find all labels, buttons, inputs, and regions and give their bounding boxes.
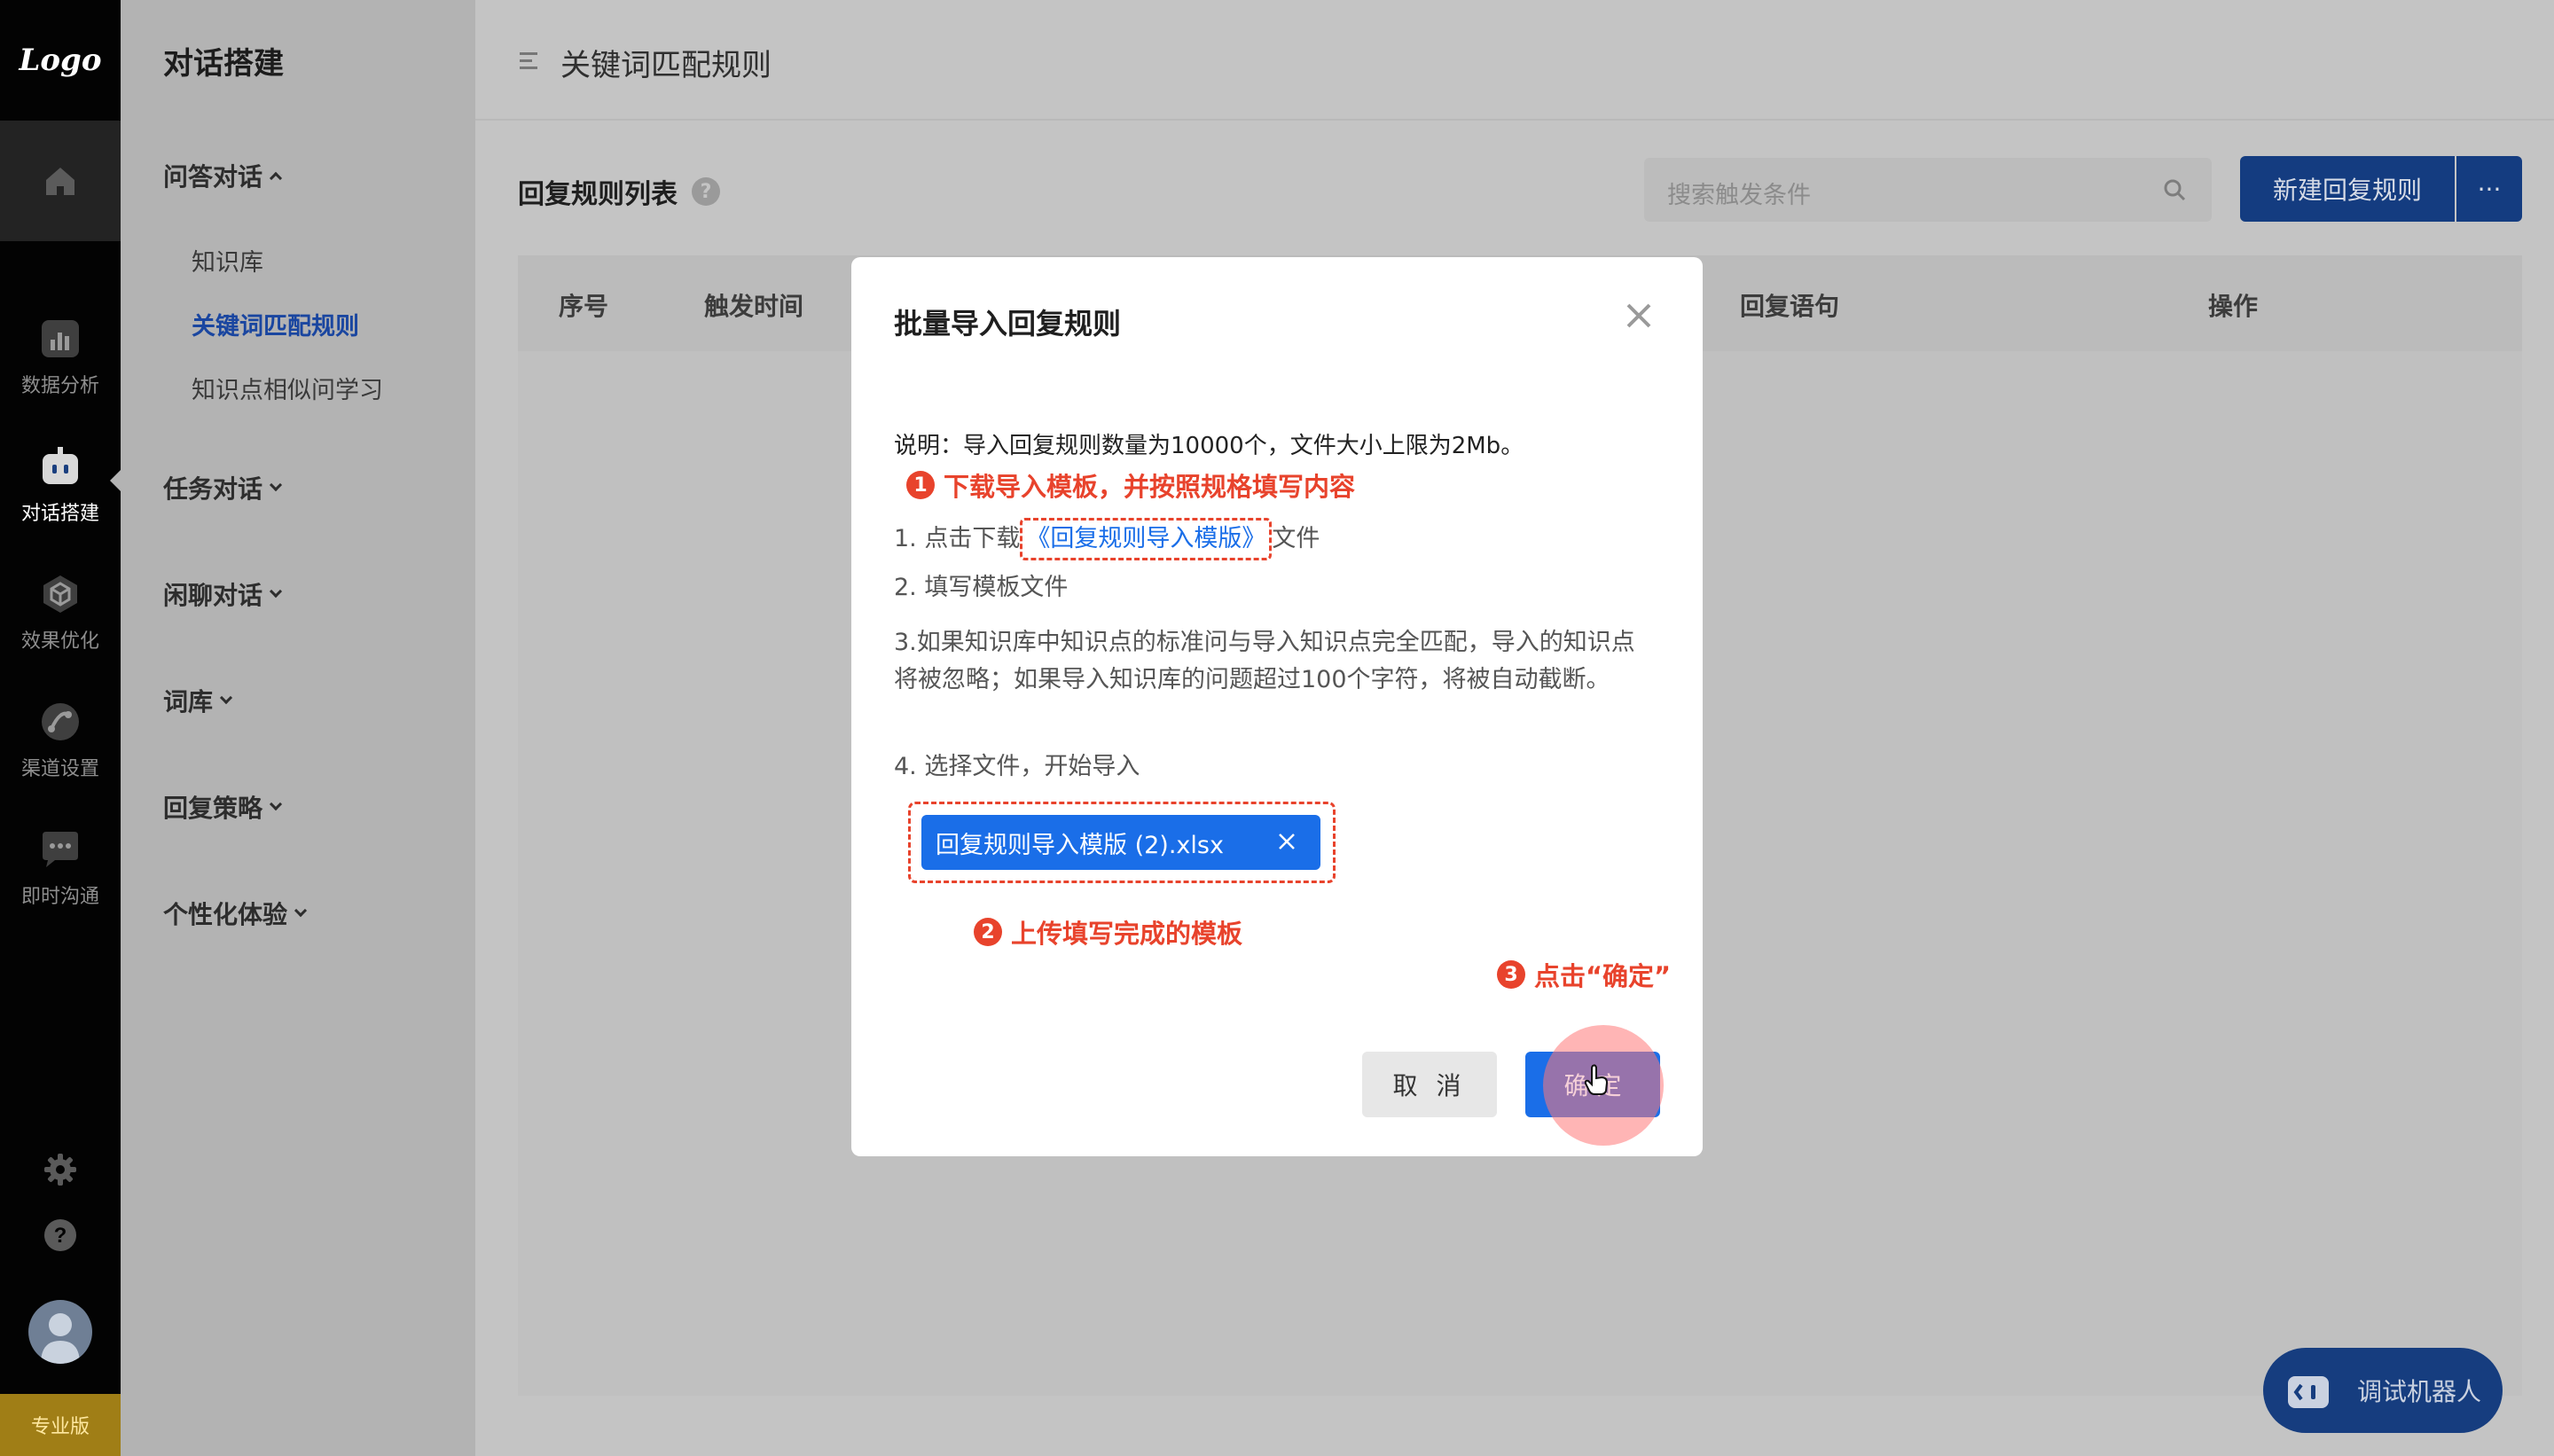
chevron-down-icon: [269, 797, 283, 811]
cancel-button[interactable]: 取 消: [1362, 1052, 1497, 1117]
sidebar-group-task[interactable]: 任务对话: [163, 470, 283, 505]
search-input[interactable]: 搜索触发条件: [1644, 158, 2212, 222]
sidebar-title: 对话搭建: [163, 46, 284, 82]
avatar[interactable]: [28, 1300, 92, 1364]
bar-chart-icon: [42, 320, 79, 357]
step-1: 1. 点击下载 《回复规则导入模版》 文件: [894, 518, 1320, 560]
active-pointer: [110, 470, 121, 491]
uploaded-file-name: 回复规则导入模版 (2).xlsx: [936, 831, 1224, 859]
annotation-number: 1: [906, 471, 935, 499]
sidebar-group-label: 回复策略: [163, 794, 263, 823]
sidebar-item-keyword-rules[interactable]: 关键词匹配规则: [192, 307, 359, 341]
sidebar-group-reply-strategy[interactable]: 回复策略: [163, 789, 283, 825]
annotation-step-1: 1 下载导入模板，并按照规格填写内容: [906, 466, 1355, 504]
rail-item-label: 渠道设置: [20, 758, 99, 780]
user-avatar-icon: [41, 1313, 80, 1364]
modal-description: 说明：导入回复规则数量为10000个，文件大小上限为2Mb。: [894, 433, 1524, 459]
settings-button[interactable]: [38, 1147, 82, 1192]
page-title: 回复规则列表 ?: [518, 172, 720, 211]
annotation-upload-box: 回复规则导入模版 (2).xlsx: [908, 802, 1336, 883]
modal-title: 批量导入回复规则: [894, 307, 1122, 341]
rail-item-label: 对话搭建: [20, 503, 99, 525]
template-download-link[interactable]: 《回复规则导入模版》: [1026, 525, 1265, 552]
annotation-step-3: 3 点击“确定”: [1497, 956, 1671, 993]
list-title-text: 回复规则列表: [518, 179, 678, 210]
rail-item-label: 数据分析: [20, 375, 99, 397]
sidebar-group-label: 问答对话: [163, 162, 263, 192]
home-button[interactable]: [0, 121, 121, 241]
annotation-number: 2: [974, 918, 1002, 946]
uploaded-file-chip: 回复规则导入模版 (2).xlsx: [921, 815, 1320, 870]
step-2: 2. 填写模板文件: [894, 574, 1069, 601]
debug-robot-button[interactable]: 调试机器人: [2263, 1348, 2503, 1433]
question-icon: ?: [44, 1219, 76, 1251]
column-header-actions: 操作: [2208, 292, 2259, 321]
rail-item-channel[interactable]: 渠道设置: [0, 683, 121, 798]
cube-icon: [43, 575, 77, 613]
gear-icon: [44, 1154, 76, 1186]
rail-item-dialog-build[interactable]: 对话搭建: [0, 427, 121, 543]
close-icon[interactable]: [1621, 298, 1657, 333]
step-1-prefix: 1. 点击下载: [894, 525, 1021, 552]
column-header-index: 序号: [559, 292, 609, 321]
column-header-trigger-time: 触发时间: [704, 292, 804, 321]
chevron-down-icon: [294, 904, 308, 918]
sidebar-item-knowledge-base[interactable]: 知识库: [192, 243, 263, 278]
rail-item-label: 即时沟通: [20, 886, 99, 908]
help-icon[interactable]: ?: [692, 177, 720, 206]
step-4: 4. 选择文件，开始导入: [894, 753, 1140, 780]
chevron-up-icon: [269, 171, 283, 185]
icon-rail: Logo 数据分析 对话搭建 效果优化 渠道设置 即时沟通 ? 专业版: [0, 0, 121, 1456]
logo: Logo: [19, 43, 102, 78]
edition-badge: 专业版: [0, 1394, 121, 1456]
secondary-sidebar: 对话搭建 问答对话 知识库 关键词匹配规则 知识点相似问学习 任务对话 闲聊对话…: [121, 0, 475, 1456]
sidebar-group-chitchat[interactable]: 闲聊对话: [163, 576, 283, 612]
sidebar-group-label: 词库: [163, 687, 214, 716]
search-icon[interactable]: [2162, 177, 2187, 202]
rail-item-label: 效果优化: [20, 630, 99, 653]
import-modal: 批量导入回复规则 说明：导入回复规则数量为10000个，文件大小上限为2Mb。 …: [851, 257, 1703, 1156]
chevron-down-icon: [269, 478, 283, 492]
sidebar-group-personalization[interactable]: 个性化体验: [163, 896, 308, 931]
sidebar-group-label: 闲聊对话: [163, 581, 263, 610]
rail-item-optimization[interactable]: 效果优化: [0, 555, 121, 670]
top-bar: 关键词匹配规则: [475, 0, 2554, 121]
annotation-text: 点击“确定”: [1534, 961, 1672, 991]
column-header-reply: 回复语句: [1740, 292, 1840, 321]
hand-cursor-icon: [1584, 1064, 1609, 1095]
rail-item-instant-chat[interactable]: 即时沟通: [0, 810, 121, 926]
rail-item-analytics[interactable]: 数据分析: [0, 300, 121, 415]
chevron-down-icon: [269, 584, 283, 599]
annotation-number: 3: [1497, 960, 1525, 989]
remove-file-icon[interactable]: [1276, 831, 1297, 852]
annotation-text: 上传填写完成的模板: [1011, 919, 1243, 949]
home-icon: [46, 168, 74, 195]
sidebar-group-lexicon[interactable]: 词库: [163, 683, 233, 718]
search-placeholder: 搜索触发条件: [1667, 182, 1811, 209]
more-button[interactable]: ···: [2456, 156, 2522, 222]
step-3: 3.如果知识库中知识点的标准问与导入知识点完全匹配，导入的知识点将被忽略；如果导…: [894, 629, 1635, 693]
sidebar-group-label: 任务对话: [163, 474, 263, 504]
annotation-step-2: 2 上传填写完成的模板: [974, 913, 1242, 951]
menu-collapse-icon[interactable]: [518, 50, 541, 73]
svg-text:?: ?: [54, 1224, 67, 1248]
robot-icon: [43, 447, 78, 484]
sidebar-group-label: 个性化体验: [163, 900, 288, 929]
chat-icon: [43, 832, 78, 867]
help-button[interactable]: ?: [38, 1213, 82, 1257]
robot-debug-icon: [2288, 1376, 2329, 1408]
step-1-suffix: 文件: [1272, 525, 1320, 552]
sidebar-group-qa[interactable]: 问答对话: [163, 158, 283, 193]
debug-robot-label: 调试机器人: [2357, 1377, 2482, 1406]
channel-icon: [42, 703, 79, 740]
chevron-down-icon: [219, 691, 233, 705]
annotation-highlight-box: 《回复规则导入模版》: [1020, 518, 1273, 560]
sidebar-item-similar-questions[interactable]: 知识点相似问学习: [192, 371, 383, 405]
new-rule-button[interactable]: 新建回复规则: [2240, 156, 2455, 222]
annotation-text: 下载导入模板，并按照规格填写内容: [944, 472, 1356, 502]
breadcrumb: 关键词匹配规则: [560, 48, 772, 83]
